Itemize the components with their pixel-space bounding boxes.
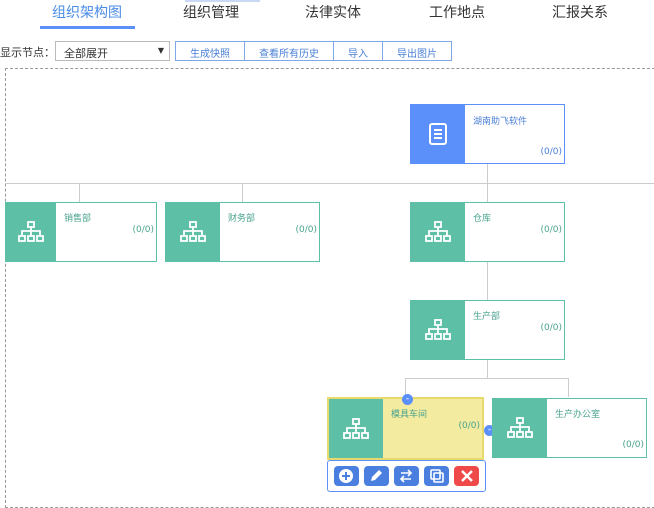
node-count: (0/0) <box>132 225 154 235</box>
node-count: (0/0) <box>295 225 317 235</box>
connector-line <box>487 163 488 183</box>
display-nodes-label: 显示节点： <box>0 46 55 59</box>
caret-down-icon: ▼ <box>157 46 164 55</box>
edit-icon <box>371 470 383 481</box>
add-icon <box>339 469 354 483</box>
connector-line <box>242 183 243 202</box>
node-count: (0/0) <box>540 225 562 235</box>
connector-line <box>487 261 488 301</box>
generate-snapshot-button[interactable]: 生成快照 <box>176 42 245 60</box>
connector-line <box>79 183 80 202</box>
org-structure-icon <box>493 399 547 457</box>
node-name: 模具车间 <box>391 410 428 420</box>
import-button[interactable]: 导入 <box>334 42 383 60</box>
tab-reporting-relations[interactable]: 汇报关系 <box>552 2 608 22</box>
connector-line <box>6 183 654 184</box>
node-name: 生产部 <box>473 312 501 322</box>
node-action-bar <box>327 460 486 492</box>
org-structure-icon <box>6 203 56 261</box>
collapse-toggle-icon[interactable]: - <box>402 394 413 405</box>
node-count: (0/0) <box>540 147 562 157</box>
org-node-production-office[interactable]: 生产办公室 (0/0) <box>492 398 647 458</box>
copy-node-button[interactable] <box>424 466 450 486</box>
copy-icon <box>429 469 444 483</box>
org-node-mold-shop[interactable]: 模具车间 (0/0) <box>327 397 484 460</box>
add-node-button[interactable] <box>333 466 359 486</box>
transfer-node-button[interactable] <box>393 466 419 486</box>
node-count: (0/0) <box>622 440 644 450</box>
node-count: (0/0) <box>458 421 480 431</box>
view-history-button[interactable]: 查看所有历史 <box>245 42 334 60</box>
transfer-icon <box>400 469 413 483</box>
tab-org-management[interactable]: 组织管理 <box>183 2 239 22</box>
connector-line <box>487 359 488 378</box>
org-structure-icon <box>329 399 383 458</box>
tab-legal-entity[interactable]: 法律实体 <box>305 2 361 22</box>
org-structure-icon <box>411 301 465 359</box>
org-structure-icon <box>411 203 465 261</box>
node-name: 湖南助飞软件 <box>473 117 528 127</box>
display-nodes-value: 全部展开 <box>64 47 108 60</box>
node-count: (0/0) <box>540 323 562 333</box>
delete-node-button[interactable] <box>454 466 480 486</box>
node-name: 仓库 <box>473 214 492 224</box>
active-tab-underline <box>40 26 135 29</box>
connector-line <box>568 378 569 397</box>
connector-line <box>405 378 569 379</box>
node-name: 销售部 <box>64 214 92 224</box>
node-name: 生产办公室 <box>555 410 601 420</box>
org-node-root[interactable]: 湖南助飞软件 (0/0) <box>410 104 565 164</box>
org-structure-icon <box>166 203 220 261</box>
node-name: 财务部 <box>228 214 256 224</box>
tab-work-location[interactable]: 工作地点 <box>429 2 485 22</box>
tab-org-chart[interactable]: 组织架构图 <box>52 2 122 22</box>
display-nodes-select[interactable]: 全部展开 ▼ <box>55 41 170 61</box>
export-image-button[interactable]: 导出图片 <box>383 42 451 60</box>
company-icon <box>411 105 465 163</box>
org-node-warehouse[interactable]: 仓库 (0/0) <box>410 202 565 262</box>
delete-icon <box>460 470 473 482</box>
toolbar: 显示节点： 全部展开 ▼ 生成快照 查看所有历史 导入 导出图片 <box>0 40 654 62</box>
tab-bar: 组织架构图 组织管理 法律实体 工作地点 汇报关系 <box>0 0 654 30</box>
toolbar-button-group: 生成快照 查看所有历史 导入 导出图片 <box>175 41 452 61</box>
connector-line <box>487 183 488 202</box>
org-node-sales[interactable]: 销售部 (0/0) <box>5 202 157 262</box>
org-node-finance[interactable]: 财务部 (0/0) <box>165 202 320 262</box>
org-node-production[interactable]: 生产部 (0/0) <box>410 300 565 360</box>
edit-node-button[interactable] <box>363 466 389 486</box>
